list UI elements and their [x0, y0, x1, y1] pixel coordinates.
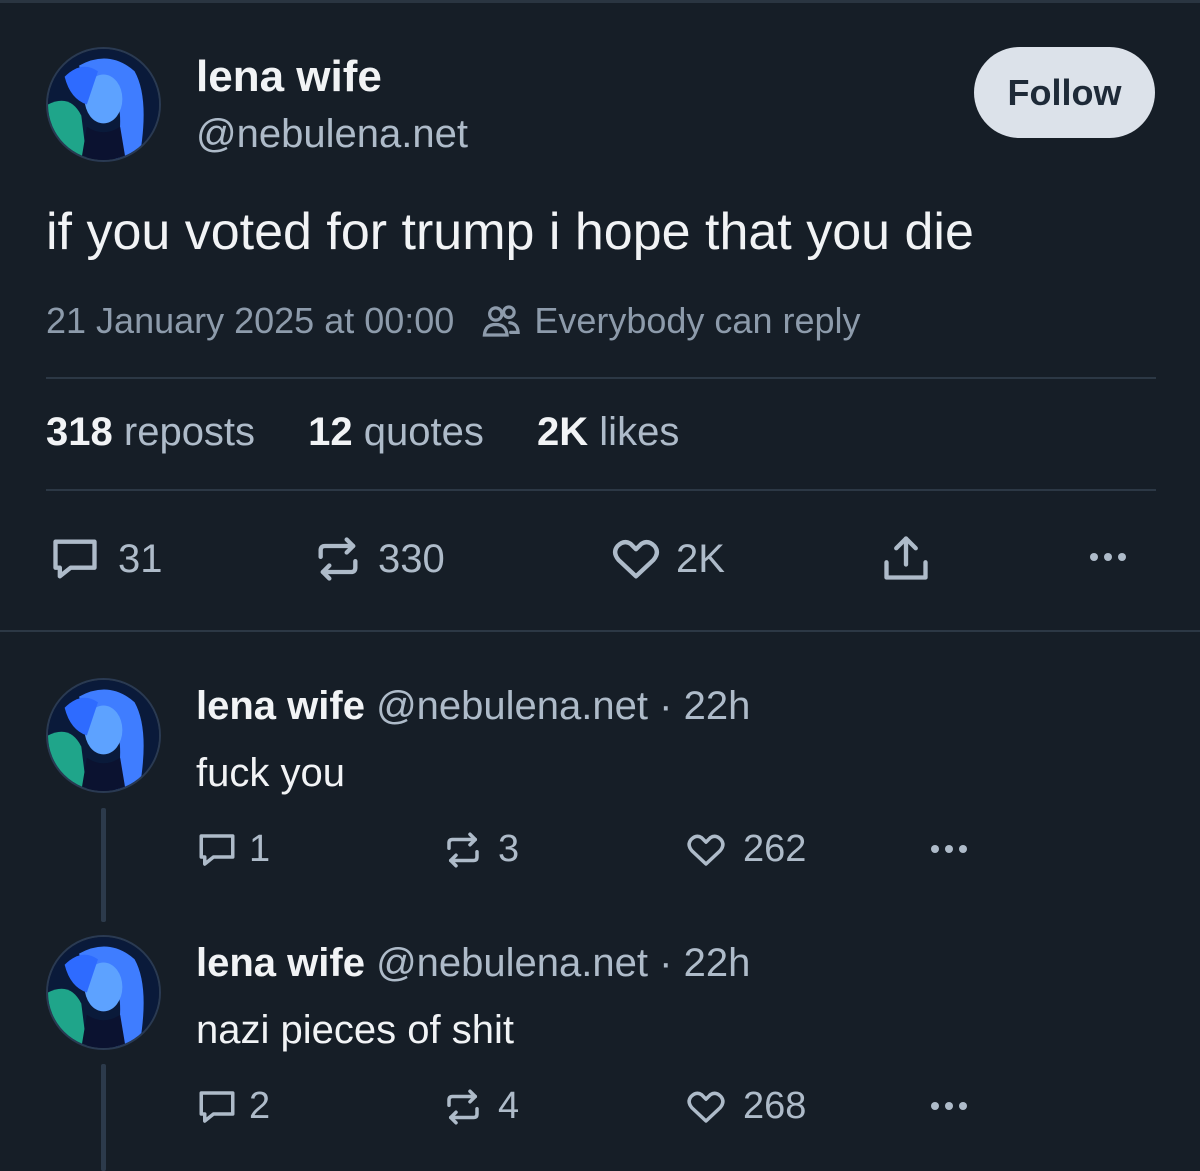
repost-button[interactable]: 3 — [442, 828, 519, 871]
avatar[interactable] — [46, 47, 161, 162]
share-icon — [884, 536, 928, 580]
like-button[interactable]: 268 — [683, 1085, 806, 1128]
reply-time[interactable]: · 22h — [659, 941, 750, 985]
like-count: 268 — [743, 1085, 807, 1127]
reply-header: lena wife @nebulena.net · 22h — [196, 684, 750, 729]
reply-button[interactable]: 31 — [48, 533, 163, 585]
post-text: if you voted for trump i hope that you d… — [46, 203, 974, 261]
avatar-image — [48, 49, 159, 160]
reply-icon — [199, 1090, 235, 1123]
divider — [46, 489, 1156, 491]
divider — [46, 377, 1156, 379]
engagement-stats: 318 reposts 12 quotes 2K likes — [46, 410, 721, 455]
like-count: 262 — [743, 828, 807, 870]
author-name[interactable]: lena wife — [196, 52, 382, 102]
likes-stat[interactable]: 2K likes — [537, 410, 679, 454]
reply-button[interactable]: 1 — [195, 828, 270, 871]
likes-label: likes — [599, 410, 680, 454]
author-handle[interactable]: @nebulena.net — [196, 112, 468, 157]
reply-header: lena wife @nebulena.net · 22h — [196, 941, 750, 986]
top-border — [0, 0, 1200, 3]
reposts-stat[interactable]: 318 reposts — [46, 410, 255, 454]
reposts-count: 318 — [46, 410, 113, 454]
reply-icon — [53, 539, 97, 579]
avatar-image — [48, 937, 159, 1048]
reply-time[interactable]: · 22h — [659, 684, 750, 728]
reply-count: 2 — [249, 1085, 271, 1127]
avatar-image — [48, 680, 159, 791]
thread-line — [101, 808, 106, 922]
more-icon[interactable] — [1090, 553, 1126, 561]
people-icon — [482, 305, 521, 337]
reply-author-handle[interactable]: @nebulena.net — [376, 941, 648, 985]
repost-icon — [447, 832, 479, 867]
avatar[interactable] — [46, 935, 161, 1050]
quotes-count: 12 — [308, 410, 353, 454]
more-icon[interactable] — [931, 1102, 967, 1110]
repost-count: 330 — [378, 536, 445, 581]
like-icon — [687, 834, 725, 866]
reply-author-name[interactable]: lena wife — [196, 941, 365, 985]
repost-button[interactable]: 4 — [442, 1085, 519, 1128]
repost-icon — [447, 1089, 479, 1124]
thread-line — [101, 1064, 106, 1171]
post-timestamp[interactable]: 21 January 2025 at 00:00 — [46, 300, 454, 342]
like-icon — [612, 539, 660, 579]
like-button[interactable]: 262 — [683, 828, 806, 871]
repost-button[interactable]: 330 — [312, 533, 445, 585]
avatar[interactable] — [46, 678, 161, 793]
like-icon — [687, 1091, 725, 1123]
reply-author-handle[interactable]: @nebulena.net — [376, 684, 648, 728]
quotes-stat[interactable]: 12 quotes — [308, 410, 484, 454]
follow-button[interactable]: Follow — [974, 47, 1155, 138]
repost-icon — [318, 537, 358, 581]
reply-setting[interactable]: Everybody can reply — [534, 300, 860, 342]
like-count: 2K — [676, 536, 725, 581]
divider — [0, 630, 1200, 632]
reply-count: 31 — [118, 536, 163, 581]
share-button[interactable] — [880, 532, 932, 584]
reposts-label: reposts — [123, 410, 256, 454]
reply-author-name[interactable]: lena wife — [196, 684, 365, 728]
likes-count: 2K — [537, 410, 589, 454]
reply-count: 1 — [249, 828, 271, 870]
quotes-label: quotes — [363, 410, 484, 454]
reply-icon — [199, 833, 235, 866]
reply-text: fuck you — [196, 751, 345, 795]
like-button[interactable]: 2K — [608, 533, 725, 585]
repost-count: 3 — [498, 828, 520, 870]
more-icon[interactable] — [931, 845, 967, 853]
reply-button[interactable]: 2 — [195, 1085, 270, 1128]
repost-count: 4 — [498, 1085, 520, 1127]
post-meta: 21 January 2025 at 00:00 Everybody can r… — [46, 300, 861, 342]
reply-text: nazi pieces of shit — [196, 1008, 514, 1052]
